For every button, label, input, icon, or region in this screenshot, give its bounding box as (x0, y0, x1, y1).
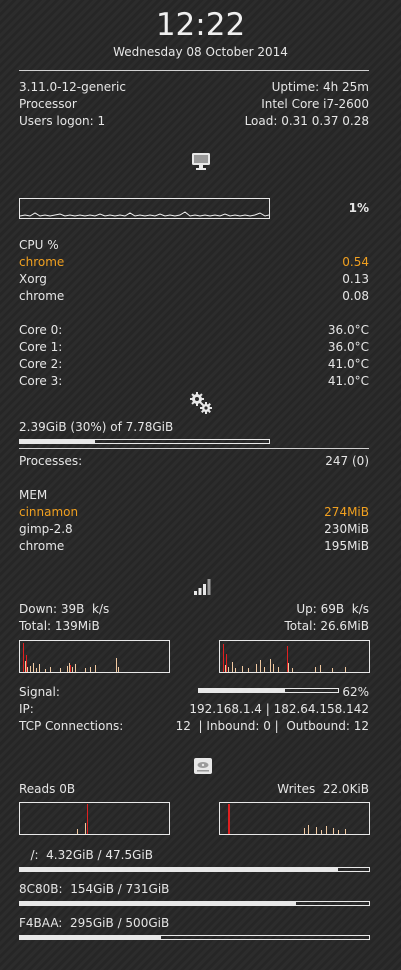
cpu-usage-graph (19, 198, 270, 219)
volume-usage-bar (19, 935, 370, 940)
cpu-process-row: chrome 0.54 (19, 255, 369, 269)
hard-disk-icon (194, 758, 212, 774)
volume-usage-fill (20, 868, 338, 871)
processor-row: Processor Intel Core i7-2600 (19, 96, 369, 112)
load-average: Load: 0.31 0.37 0.28 (244, 114, 369, 128)
volume-label: F4BAA: 295GiB / 500GiB (19, 916, 170, 930)
cpu-header: CPU % (19, 238, 59, 252)
cpu-process-row: Xorg 0.13 (19, 272, 369, 286)
uptime: Uptime: 4h 25m (271, 80, 369, 94)
volume-label: /: 4.32GiB / 47.5GiB (19, 848, 153, 862)
monitor-icon (192, 153, 210, 170)
cpu-process-row: chrome 0.08 (19, 289, 369, 303)
memory-process-row: gimp-2.8 230MiB (19, 522, 369, 536)
divider (19, 448, 369, 449)
disk-read-graph (19, 802, 170, 835)
processor-value: Intel Core i7-2600 (261, 97, 369, 111)
volume-row: F4BAA: 295GiB / 500GiB (19, 915, 369, 931)
memory-process-row: chrome 195MiB (19, 539, 369, 553)
volume-row: /: 4.32GiB / 47.5GiB (19, 847, 369, 863)
upload-speed: Up: 69B k/s (296, 602, 369, 616)
signal-strength-bar (198, 688, 339, 693)
download-graph (19, 640, 170, 673)
core-temp-row: Core 0: 36.0°C (19, 323, 369, 337)
memory-header: MEM (19, 488, 48, 502)
processes-row: Processes: 247 (0) (19, 454, 369, 468)
core-temp-row: Core 3: 41.0°C (19, 374, 369, 388)
volume-usage-fill (20, 902, 296, 905)
volume-usage-fill (20, 936, 162, 939)
upload-graph (219, 640, 370, 673)
download-speed: Down: 39B k/s (19, 602, 110, 616)
disk-reads: Reads 0B (19, 782, 76, 796)
tcp-row: TCP Connections: 12 | Inbound: 0 | Outbo… (19, 719, 369, 733)
kernel-version: 3.11.0-12-generic (19, 80, 126, 94)
core-temp-row: Core 1: 36.0°C (19, 340, 369, 354)
signal-strength-fill (199, 689, 286, 692)
processor-label: Processor (19, 97, 77, 111)
divider (19, 70, 369, 71)
kernel-uptime-row: 3.11.0-12-generic Uptime: 4h 25m (19, 79, 369, 95)
memory-process-row: cinnamon 274MiB (19, 505, 369, 519)
disk-write-graph (219, 802, 370, 835)
memory-usage-fill (20, 440, 95, 443)
core-temp-row: Core 2: 41.0°C (19, 357, 369, 371)
gears-icon (190, 392, 212, 414)
ip-row: IP: 192.168.1.4 | 182.64.158.142 (19, 702, 369, 716)
volume-usage-bar (19, 867, 370, 872)
memory-summary-row: 2.39GiB (30%) of 7.78GiB (19, 419, 369, 435)
cpu-usage-percent: 1% (348, 201, 369, 215)
clock-time: 12:22 (155, 7, 246, 43)
users-load-row: Users logon: 1 Load: 0.31 0.37 0.28 (19, 113, 369, 129)
download-total: Total: 139MiB (19, 619, 100, 633)
memory-summary: 2.39GiB (30%) of 7.78GiB (19, 420, 174, 434)
memory-usage-bar (19, 439, 270, 444)
volume-row: 8C80B: 154GiB / 731GiB (19, 881, 369, 897)
volume-usage-bar (19, 901, 370, 906)
upload-total: Total: 26.6MiB (284, 619, 369, 633)
network-total-row: Total: 139MiB Total: 26.6MiB (19, 618, 369, 634)
signal-bars-icon (194, 579, 211, 595)
disk-writes: Writes 22.0KiB (277, 782, 369, 796)
clock-date: Wednesday 08 October 2014 (113, 45, 288, 59)
disk-io-row: Reads 0B Writes 22.0KiB (19, 781, 369, 797)
users-logon: Users logon: 1 (19, 114, 106, 128)
network-speed-row: Down: 39B k/s Up: 69B k/s (19, 601, 369, 617)
volume-label: 8C80B: 154GiB / 731GiB (19, 882, 170, 896)
